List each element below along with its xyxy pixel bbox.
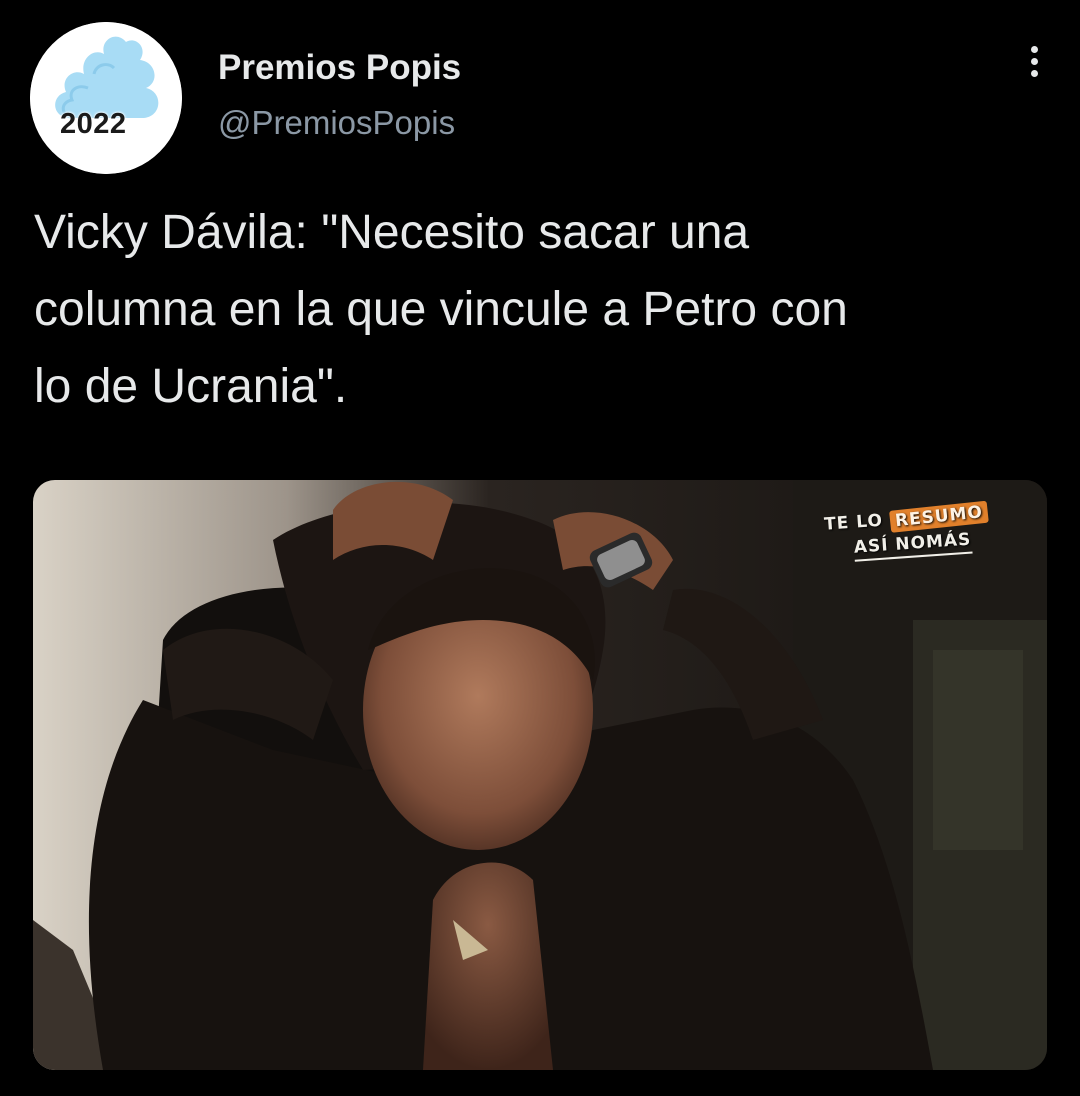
tweet-header: 2022 Premios Popis @PremiosPopis xyxy=(30,22,1060,174)
watermark-prefix: TE LO xyxy=(823,510,884,535)
tweet-media-image[interactable]: TE LO RESUMO ASÍ NOMÁS xyxy=(33,480,1047,1070)
user-handle[interactable]: @PremiosPopis xyxy=(218,100,461,146)
avatar-year-label: 2022 xyxy=(60,108,127,140)
meme-photo xyxy=(33,480,1047,1070)
tweet-card: 2022 Premios Popis @PremiosPopis Vicky D… xyxy=(0,0,1080,1096)
avatar[interactable]: 2022 xyxy=(30,22,182,174)
cloud-swirl-logo-icon xyxy=(30,22,182,174)
more-vertical-icon xyxy=(1022,46,1046,77)
tweet-text: Vicky Dávila: "Necesito sacar una column… xyxy=(34,206,848,413)
display-name[interactable]: Premios Popis xyxy=(218,42,461,94)
author-info: Premios Popis @PremiosPopis xyxy=(218,42,461,146)
more-options-button[interactable] xyxy=(1022,46,1046,90)
